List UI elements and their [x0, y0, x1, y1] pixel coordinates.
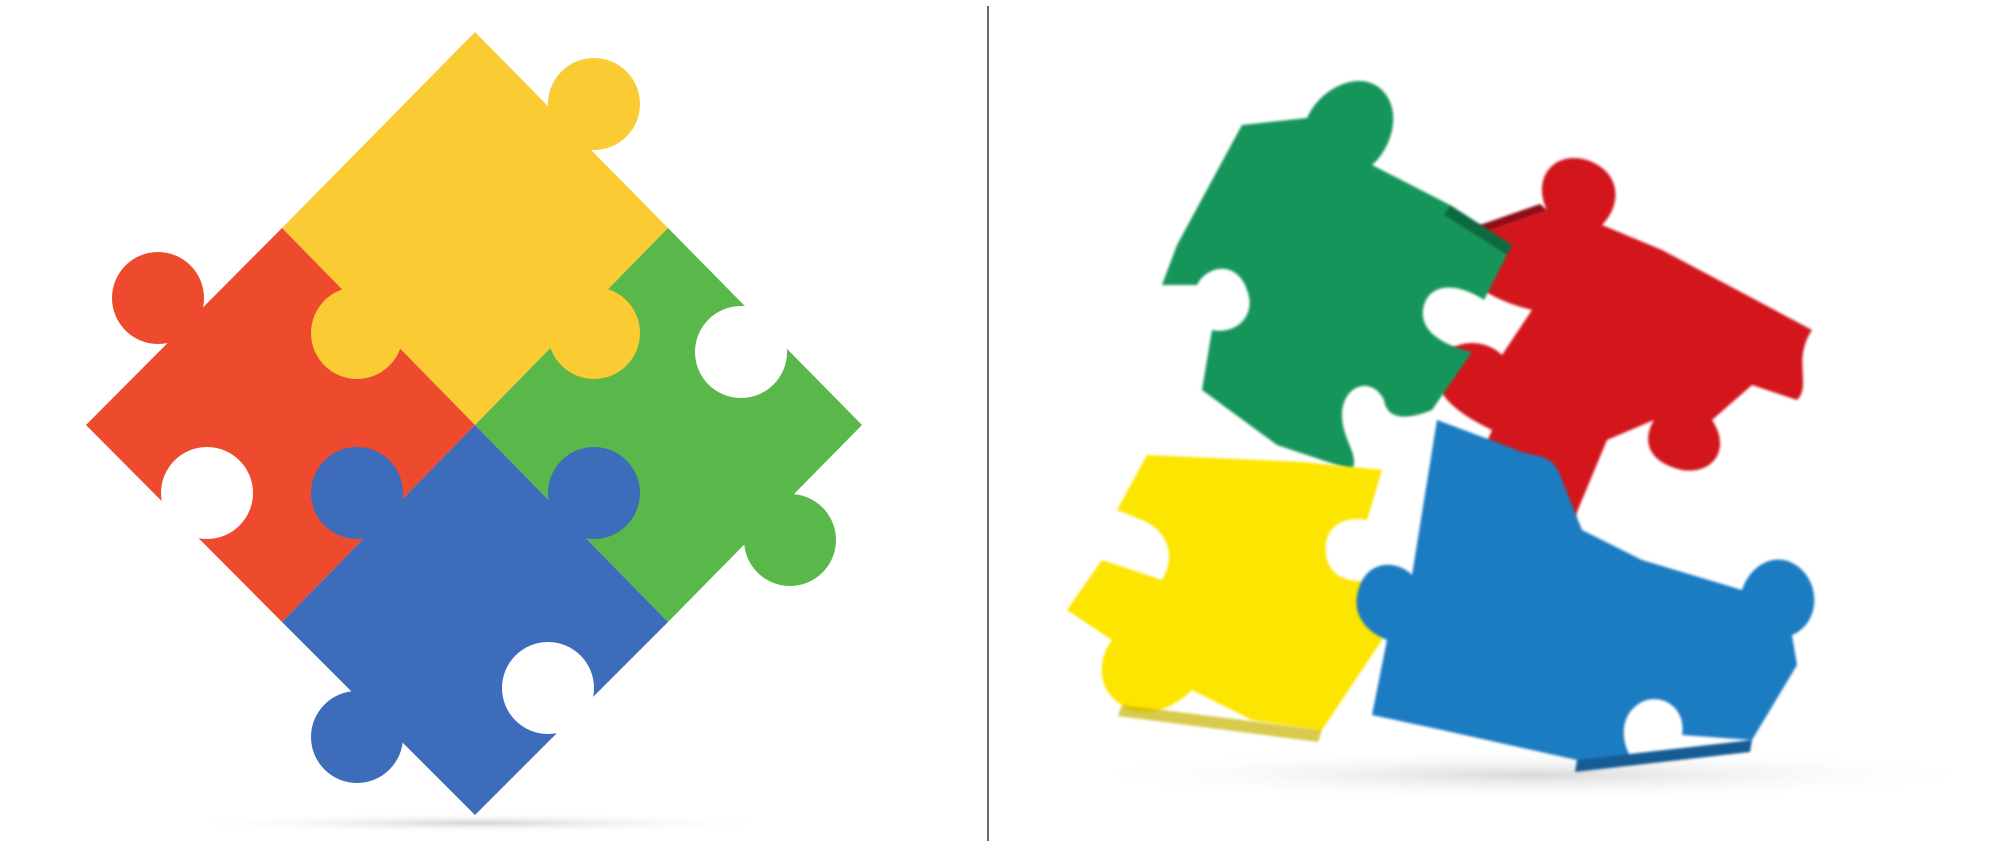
flat-puzzle-illustration — [0, 0, 985, 852]
floor-shadow — [178, 813, 778, 833]
red-piece-notch — [161, 447, 253, 539]
blue-piece-notch — [502, 642, 594, 734]
panel-divider — [987, 6, 989, 841]
flat-jigsaw-puzzle-icon — [86, 32, 862, 833]
3d-jigsaw-puzzle-pieces-icon — [1067, 80, 1992, 801]
yellow-3d-puzzle-piece — [1067, 455, 1387, 742]
ground-shadow — [1072, 749, 1992, 801]
green-3d-puzzle-piece — [1162, 80, 1512, 470]
blue-puzzle-piece — [282, 425, 668, 815]
3d-puzzle-photo — [992, 0, 1999, 852]
comparison-canvas — [0, 0, 1999, 852]
green-piece-notch — [695, 306, 787, 398]
